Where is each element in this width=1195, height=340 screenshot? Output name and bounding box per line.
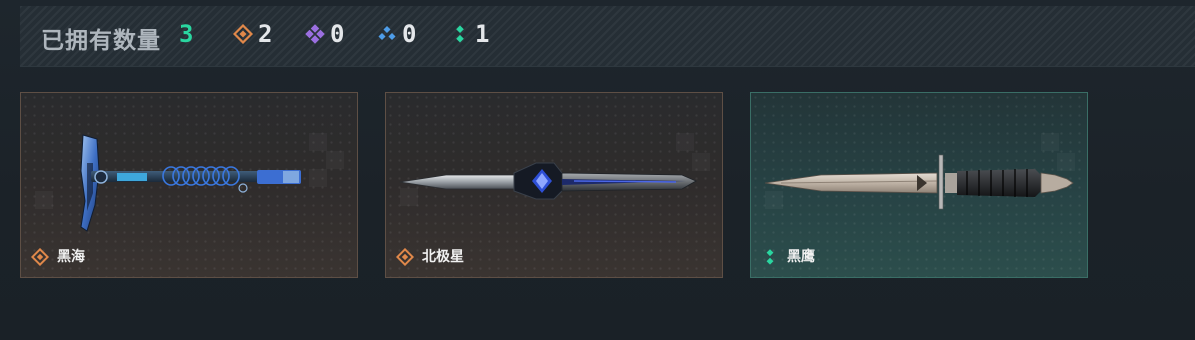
blue-rarity-count: 0 [402, 20, 417, 48]
orange-diamond-rarity-icon [233, 24, 253, 44]
green-diamond-rarity-icon [766, 249, 774, 265]
green-rarity-count: 1 [475, 20, 490, 48]
orange-rarity-stat: 2 [233, 20, 272, 48]
orange-diamond-rarity-icon [396, 248, 414, 266]
weapon-name: 黑鹰 [787, 249, 815, 265]
purple-rarity-count: 0 [330, 20, 345, 48]
owned-total-count: 3 [179, 20, 194, 48]
weapon-card-heiying[interactable]: 黑鹰 [750, 92, 1088, 278]
inventory-summary-bar: 已拥有数量 3 2 0 0 1 [20, 6, 1195, 67]
purple-rarity-stat: 0 [305, 20, 344, 48]
purple-diamond-rarity-icon [305, 24, 325, 44]
weapon-name: 北极星 [422, 249, 464, 265]
weapon-name: 黑海 [57, 249, 85, 265]
weapon-card-beijixing[interactable]: 北极星 [385, 92, 723, 278]
weapon-card-heihai[interactable]: 黑海 [20, 92, 358, 278]
owned-count-title: 已拥有数量 [41, 28, 161, 54]
green-rarity-stat: 1 [450, 20, 489, 48]
blue-diamond-rarity-icon [378, 25, 396, 41]
orange-rarity-count: 2 [258, 20, 273, 48]
green-diamond-rarity-icon [456, 25, 464, 43]
blue-rarity-stat: 0 [377, 20, 416, 48]
orange-diamond-rarity-icon [31, 248, 49, 266]
